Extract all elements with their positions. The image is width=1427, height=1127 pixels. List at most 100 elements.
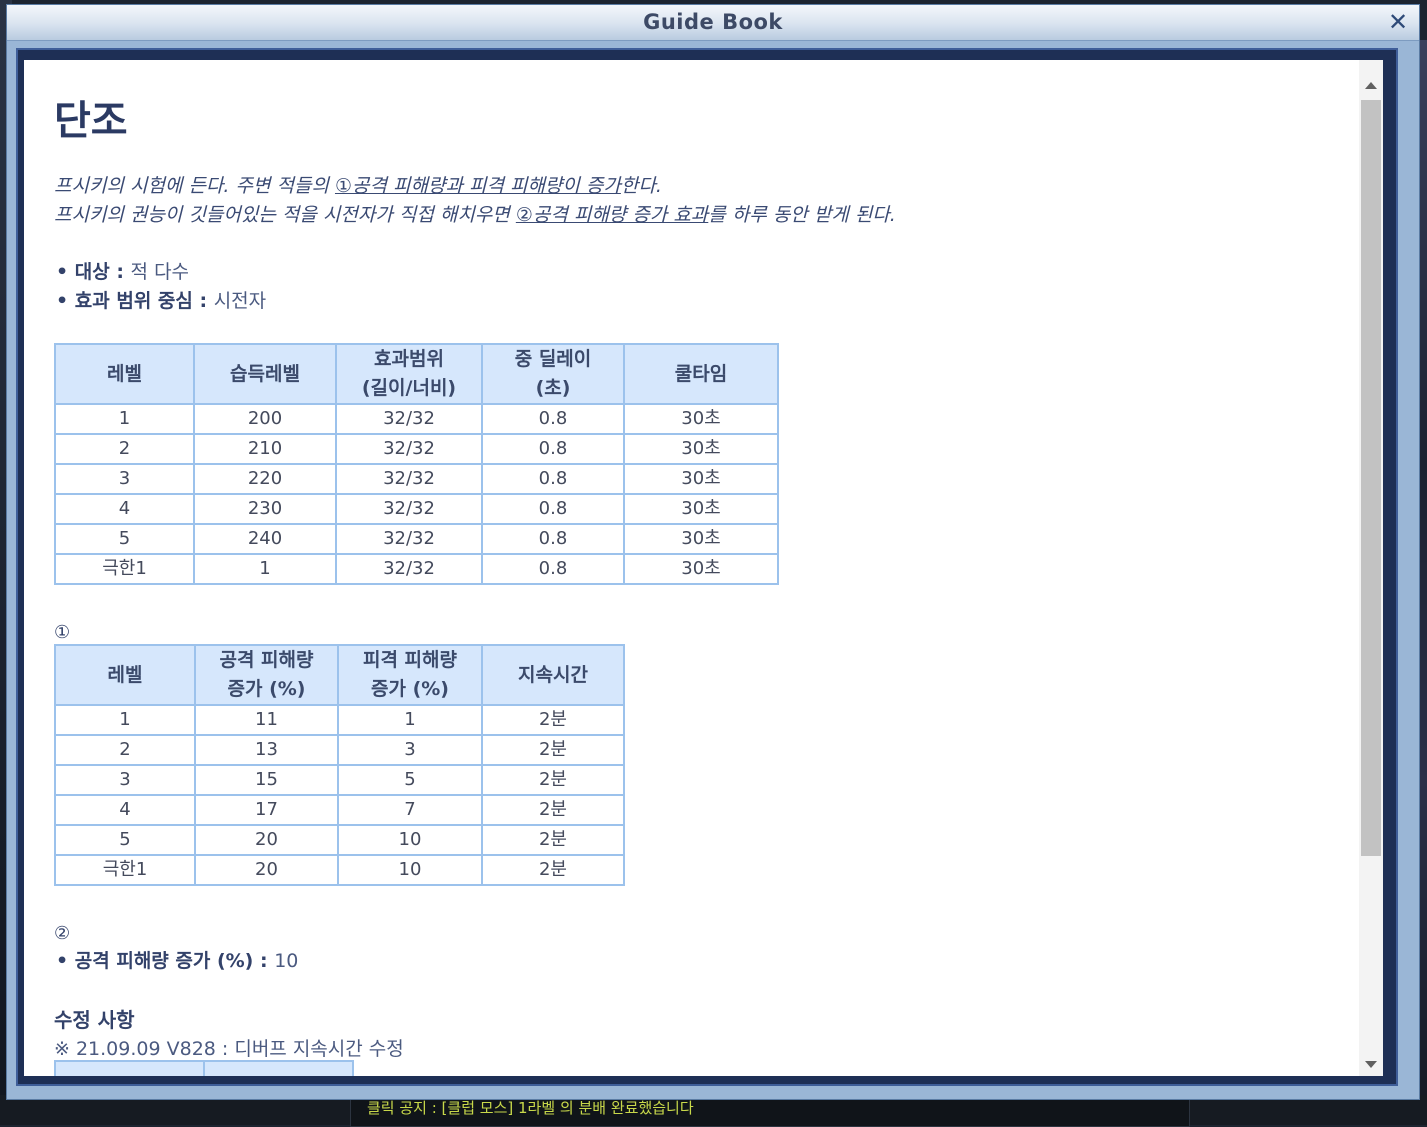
table-cell: 2 bbox=[54, 734, 196, 766]
table-cell: 0.8 bbox=[481, 523, 625, 555]
next-table-stub bbox=[54, 1060, 354, 1076]
table-cell: 11 bbox=[194, 704, 339, 736]
table-cell: 32/32 bbox=[335, 523, 483, 555]
table-cell: 30초 bbox=[623, 493, 779, 525]
table-cell: 0.8 bbox=[481, 553, 625, 585]
table-cell: 극한1 bbox=[54, 854, 196, 886]
table-cell: 1 bbox=[54, 403, 195, 435]
desc-line1-b: 한다. bbox=[620, 175, 662, 197]
table-cell: 32/32 bbox=[335, 553, 483, 585]
table-cell: 220 bbox=[193, 463, 337, 495]
table-row: 2 13 3 2분 bbox=[54, 734, 625, 766]
scroll-thumb[interactable] bbox=[1361, 100, 1381, 856]
desc-line2-a: 프시키의 권능이 깃들어있는 적을 시전자가 직접 해치우면 bbox=[54, 204, 516, 226]
table-cell: 1 bbox=[54, 704, 196, 736]
table-row: 1 11 1 2분 bbox=[54, 704, 625, 736]
level-table: 레벨 습득레벨 효과범위 (길이/너비) 중 딜레이 (초) 쿨타임 1 200 32/32… bbox=[54, 343, 779, 585]
scroll-up-icon[interactable] bbox=[1365, 82, 1377, 89]
table-cell: 1 bbox=[193, 553, 337, 585]
table-cell: 0.8 bbox=[481, 463, 625, 495]
skill-attributes: • 대상 : 적 다수 • 효과 범위 중심 : 시전자 bbox=[56, 258, 266, 316]
table-cell: 30초 bbox=[623, 433, 779, 465]
table1-header: 중 딜레이 (초) bbox=[481, 343, 625, 405]
table-row: 1 200 32/32 0.8 30초 bbox=[54, 403, 779, 435]
scrollbar[interactable] bbox=[1359, 60, 1383, 1076]
page-title: 단조 bbox=[54, 98, 128, 144]
table-cell: 32/32 bbox=[335, 463, 483, 495]
table-cell: 5 bbox=[54, 824, 196, 856]
changes-heading: 수정 사항 bbox=[54, 1008, 135, 1032]
table-cell: 3 bbox=[337, 734, 483, 766]
skill-description: 프시키의 시험에 든다. 주변 적들의 ①공격 피해량과 피격 피해량이 증가한… bbox=[54, 172, 896, 230]
table-cell: 230 bbox=[193, 493, 337, 525]
chat-line: 클릭 공지 : [클럽 모스] 1라벨 의 분배 완료했습니다 bbox=[367, 1099, 694, 1117]
table-cell: 1 bbox=[337, 704, 483, 736]
table-cell: 2분 bbox=[481, 794, 625, 826]
table-cell: 2 bbox=[54, 433, 195, 465]
attribute-center: • 효과 범위 중심 : 시전자 bbox=[56, 290, 267, 312]
table-cell: 10 bbox=[337, 824, 483, 856]
desc-link-2: ②공격 피해량 증가 효과 bbox=[515, 204, 709, 226]
desc-line2-b: 를 하루 동안 받게 된다. bbox=[708, 204, 896, 226]
table-row: 3 15 5 2분 bbox=[54, 764, 625, 796]
scroll-down-icon[interactable] bbox=[1365, 1061, 1377, 1068]
table-cell: 5 bbox=[54, 523, 195, 555]
table-row: 5 240 32/32 0.8 30초 bbox=[54, 523, 779, 555]
table1-header: 효과범위 (길이/너비) bbox=[335, 343, 483, 405]
table1-header: 습득레벨 bbox=[193, 343, 337, 405]
effect-table: 레벨 공격 피해량 증가 (%) 피격 피해량 증가 (%) 지속시간 1 11 1 2분 2… bbox=[54, 644, 625, 886]
table-cell: 20 bbox=[194, 824, 339, 856]
table-cell: 30초 bbox=[623, 463, 779, 495]
table-cell: 4 bbox=[54, 794, 196, 826]
table-cell: 240 bbox=[193, 523, 337, 555]
table-cell: 20 bbox=[194, 854, 339, 886]
changelog-entry: ※ 21.09.09 V828 : 디버프 지속시간 수정 bbox=[54, 1038, 404, 1060]
guide-content: 단조 프시키의 시험에 든다. 주변 적들의 ①공격 피해량과 피격 피해량이 … bbox=[24, 60, 1359, 1076]
table-cell: 15 bbox=[194, 764, 339, 796]
table-cell: 2분 bbox=[481, 824, 625, 856]
table-cell: 30초 bbox=[623, 403, 779, 435]
table-cell: 5 bbox=[337, 764, 483, 796]
table-row: 극한1 1 32/32 0.8 30초 bbox=[54, 553, 779, 585]
table-cell: 0.8 bbox=[481, 403, 625, 435]
table2-header: 피격 피해량 증가 (%) bbox=[337, 644, 483, 706]
table-cell: 2분 bbox=[481, 854, 625, 886]
table-row: 4 17 7 2분 bbox=[54, 794, 625, 826]
table1-header: 레벨 bbox=[54, 343, 195, 405]
table-cell: 200 bbox=[193, 403, 337, 435]
table-row: 극한1 20 10 2분 bbox=[54, 854, 625, 886]
table-cell: 30초 bbox=[623, 523, 779, 555]
table-cell: 17 bbox=[194, 794, 339, 826]
table-row: 2 210 32/32 0.8 30초 bbox=[54, 433, 779, 465]
table-row: 4 230 32/32 0.8 30초 bbox=[54, 493, 779, 525]
table2-header: 공격 피해량 증가 (%) bbox=[194, 644, 339, 706]
table-cell: 2분 bbox=[481, 734, 625, 766]
table-cell: 3 bbox=[54, 764, 196, 796]
table-cell: 13 bbox=[194, 734, 339, 766]
table-cell: 2분 bbox=[481, 704, 625, 736]
table-cell: 7 bbox=[337, 794, 483, 826]
table1-header: 쿨타임 bbox=[623, 343, 779, 405]
table-cell: 3 bbox=[54, 463, 195, 495]
close-icon[interactable]: ✕ bbox=[1385, 9, 1411, 35]
attribute-target: • 대상 : 적 다수 bbox=[56, 261, 190, 283]
desc-link-1: ①공격 피해량과 피격 피해량이 증가 bbox=[334, 175, 621, 197]
chat-box: 클릭 공지 : [클럽 모스] 1라벨 의 분배 완료했습니다 bbox=[350, 1098, 1190, 1127]
note-2-marker: ② bbox=[54, 923, 71, 944]
desc-line1-a: 프시키의 시험에 든다. 주변 적들의 bbox=[54, 175, 335, 197]
table-cell: 32/32 bbox=[335, 433, 483, 465]
title-bar[interactable]: Guide Book ✕ bbox=[7, 5, 1419, 41]
table-cell: 32/32 bbox=[335, 403, 483, 435]
table-cell: 32/32 bbox=[335, 493, 483, 525]
table-cell: 2분 bbox=[481, 764, 625, 796]
table-cell: 0.8 bbox=[481, 493, 625, 525]
table-cell: 극한1 bbox=[54, 553, 195, 585]
table-cell: 30초 bbox=[623, 553, 779, 585]
table-cell: 210 bbox=[193, 433, 337, 465]
window-title: Guide Book bbox=[643, 10, 783, 34]
table-cell: 10 bbox=[337, 854, 483, 886]
table-cell: 4 bbox=[54, 493, 195, 525]
table-cell: 0.8 bbox=[481, 433, 625, 465]
table-row: 3 220 32/32 0.8 30초 bbox=[54, 463, 779, 495]
table-row: 5 20 10 2분 bbox=[54, 824, 625, 856]
